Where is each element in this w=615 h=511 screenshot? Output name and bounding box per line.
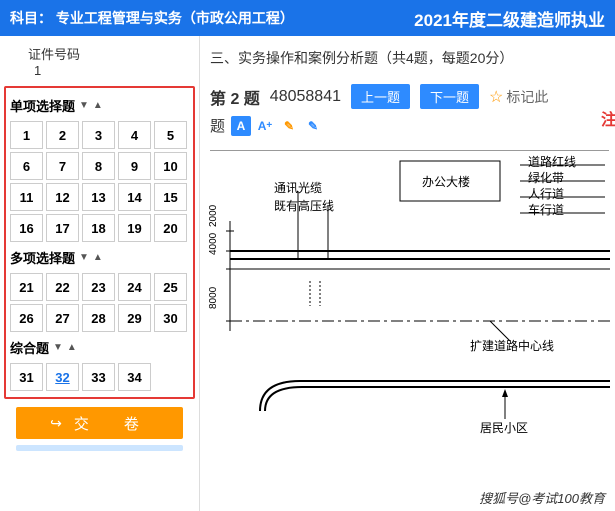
label-residential: 居民小区 (480, 419, 528, 436)
cert-block: 证件号码 1 (4, 42, 195, 84)
question-cell-16[interactable]: 16 (10, 214, 43, 242)
dim-4000: 4000 (208, 233, 219, 255)
question-cell-9[interactable]: 9 (118, 152, 151, 180)
question-cell-28[interactable]: 28 (82, 304, 115, 332)
question-cell-26[interactable]: 26 (10, 304, 43, 332)
question-cell-33[interactable]: 33 (82, 363, 115, 391)
question-cell-27[interactable]: 27 (46, 304, 79, 332)
pen-blue-icon[interactable]: ✎ (303, 116, 323, 136)
section-comp-label: 综合题 (10, 338, 49, 357)
question-cell-21[interactable]: 21 (10, 273, 43, 301)
ti-label: 题 (210, 115, 225, 136)
question-cell-17[interactable]: 17 (46, 214, 79, 242)
subject-label: 科目： 专业工程管理与实务（市政公用工程） (10, 8, 294, 28)
submit-button[interactable]: ↪ 交 卷 (16, 407, 183, 439)
triangle-up-icon: ▲ (93, 100, 103, 111)
star-icon: ☆ (489, 87, 503, 107)
bottom-strip (16, 445, 183, 451)
question-cell-22[interactable]: 22 (46, 273, 79, 301)
diagram-area: 通讯光缆 既有高压线 办公大楼 道路红线 绿化带 人行道 车行道 2000 40… (210, 150, 609, 460)
label-sidewalk: 人行道 (528, 185, 564, 202)
section-single-label: 单项选择题 (10, 96, 75, 115)
question-cell-4[interactable]: 4 (118, 121, 151, 149)
question-cell-24[interactable]: 24 (118, 273, 151, 301)
cert-label: 证件号码 (28, 44, 189, 63)
question-cell-34[interactable]: 34 (118, 363, 151, 391)
dim-2000: 2000 (208, 205, 219, 227)
question-cell-15[interactable]: 15 (154, 183, 187, 211)
question-cell-10[interactable]: 10 (154, 152, 187, 180)
bookmark-label: 标记此 (506, 87, 548, 107)
left-panel: 证件号码 1 单项选择题 ▼ ▲ 12345678910111213141516… (0, 36, 200, 511)
triangle-down-icon: ▼ (79, 252, 89, 263)
notice-label: 注 (601, 106, 615, 130)
font-big-button[interactable]: A+ (255, 116, 275, 136)
question-cell-23[interactable]: 23 (82, 273, 115, 301)
pen-orange-icon[interactable]: ✎ (279, 116, 299, 136)
label-road-redline: 道路红线 (528, 153, 576, 170)
question-cell-5[interactable]: 5 (154, 121, 187, 149)
triangle-up-icon: ▲ (93, 252, 103, 263)
next-button[interactable]: 下一题 (420, 84, 479, 109)
label-comm-cable: 通讯光缆 (274, 179, 322, 196)
question-cell-1[interactable]: 1 (10, 121, 43, 149)
section-multi-label: 多项选择题 (10, 248, 75, 267)
label-green-belt: 绿化带 (528, 169, 564, 186)
question-nav-highlight: 单项选择题 ▼ ▲ 123456789101112131415161718192… (4, 86, 195, 399)
comp-grid: 31323334 (8, 361, 191, 393)
question-cell-3[interactable]: 3 (82, 121, 115, 149)
single-grid: 1234567891011121314151617181920 (8, 119, 191, 244)
triangle-down-icon: ▼ (79, 100, 89, 111)
question-cell-18[interactable]: 18 (82, 214, 115, 242)
prev-button[interactable]: 上一题 (351, 84, 410, 109)
multi-grid: 2122232425 2627282930 (8, 271, 191, 334)
question-cell-19[interactable]: 19 (118, 214, 151, 242)
question-cell-12[interactable]: 12 (46, 183, 79, 211)
exit-icon: ↪ (50, 415, 62, 432)
question-cell-7[interactable]: 7 (46, 152, 79, 180)
question-cell-31[interactable]: 31 (10, 363, 43, 391)
subject-prefix: 科目： (10, 10, 52, 26)
question-cell-20[interactable]: 20 (154, 214, 187, 242)
section-multi-title[interactable]: 多项选择题 ▼ ▲ (8, 244, 191, 271)
exam-title: 2021年度二级建造师执业 (384, 6, 605, 31)
question-cell-14[interactable]: 14 (118, 183, 151, 211)
triangle-up-icon: ▲ (67, 342, 77, 353)
question-cell-2[interactable]: 2 (46, 121, 79, 149)
question-row: 第 2 题 48058841 上一题 下一题 ☆ 标记此 (210, 78, 609, 111)
watermark: 搜狐号@考试100教育 (473, 486, 611, 509)
section-comp-title[interactable]: 综合题 ▼ ▲ (8, 334, 191, 361)
question-id: 48058841 (270, 88, 341, 106)
cert-value: 1 (28, 63, 189, 78)
question-cell-8[interactable]: 8 (82, 152, 115, 180)
bookmark-toggle[interactable]: ☆ 标记此 (489, 87, 548, 107)
header-bar: 科目： 专业工程管理与实务（市政公用工程） 2021年度二级建造师执业 (0, 0, 615, 36)
section-single-title[interactable]: 单项选择题 ▼ ▲ (8, 92, 191, 119)
question-cell-11[interactable]: 11 (10, 183, 43, 211)
label-office: 办公大楼 (422, 173, 470, 190)
font-small-button[interactable]: A (231, 116, 251, 136)
label-hv-line: 既有高压线 (274, 197, 334, 214)
question-cell-30[interactable]: 30 (154, 304, 187, 332)
question-cell-25[interactable]: 25 (154, 273, 187, 301)
font-controls: A A+ ✎ ✎ (231, 116, 323, 136)
question-cell-13[interactable]: 13 (82, 183, 115, 211)
question-number: 第 2 题 (210, 85, 260, 109)
triangle-down-icon: ▼ (53, 342, 63, 353)
question-cell-6[interactable]: 6 (10, 152, 43, 180)
submit-label: 交 卷 (74, 413, 149, 434)
question-cell-29[interactable]: 29 (118, 304, 151, 332)
label-centerline: 扩建道路中心线 (470, 337, 554, 354)
subject-name: 专业工程管理与实务（市政公用工程） (56, 10, 294, 26)
label-driveway: 车行道 (528, 201, 564, 218)
question-cell-32[interactable]: 32 (46, 363, 79, 391)
dim-8000: 8000 (208, 287, 219, 309)
right-panel: 三、实务操作和案例分析题（共4题，每题20分） 第 2 题 48058841 上… (200, 36, 615, 511)
section-header: 三、实务操作和案例分析题（共4题，每题20分） (210, 44, 609, 78)
question-tool-row: 题 A A+ ✎ ✎ (210, 111, 609, 144)
